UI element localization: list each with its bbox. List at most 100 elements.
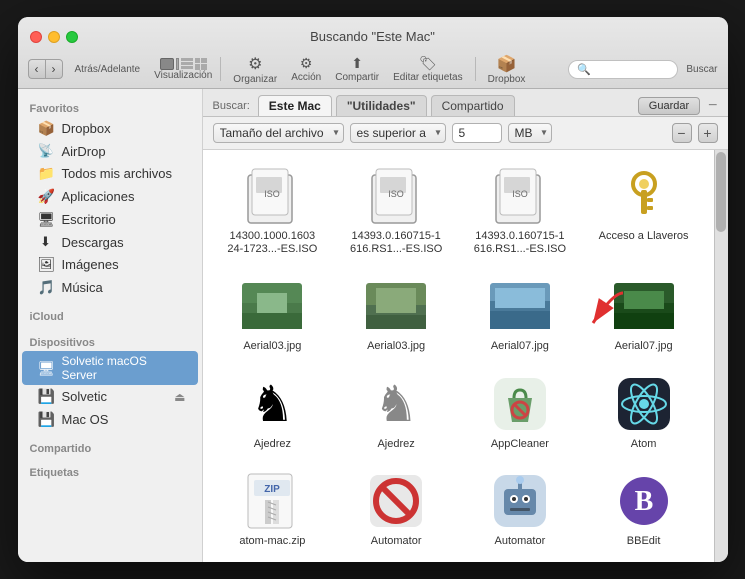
aerial03b-icon: [366, 276, 426, 336]
atom-label: Atom: [631, 438, 657, 451]
back-button[interactable]: ‹: [28, 59, 45, 79]
operator-select[interactable]: es superior a: [350, 123, 446, 143]
sidebar-item-todos[interactable]: 📁 Todos mis archivos: [22, 162, 198, 185]
aerial03b-label: Aerial03.jpg: [367, 340, 425, 353]
file-item-aerial03a[interactable]: Aerial03.jpg: [213, 270, 333, 359]
svg-text:ZIP: ZIP: [265, 484, 281, 495]
tab-bar-prefix: Buscar:: [213, 100, 250, 112]
iso2-label: 14393.0.160715-1616.RS1...-ES.ISO: [350, 230, 442, 256]
sidebar-item-musica[interactable]: 🎵 Música: [22, 276, 198, 299]
automator2-label: Automator: [495, 535, 546, 548]
filter-plus-button[interactable]: +: [698, 123, 718, 143]
disk-icon-macos: 💾: [38, 411, 54, 428]
aerial07a-icon: [490, 276, 550, 336]
bbedit-label: BBEdit: [627, 535, 661, 548]
music-icon: 🎵: [38, 279, 54, 296]
scrollbar[interactable]: [714, 150, 728, 562]
tab-este-mac[interactable]: Este Mac: [258, 95, 332, 116]
ajedrez1-label: Ajedrez: [254, 438, 291, 451]
view-button[interactable]: Visualización: [154, 58, 212, 81]
keychain-label: Acceso a Llaveros: [599, 230, 689, 243]
sidebar-section-icloud: iCloud: [18, 305, 202, 325]
sidebar-item-escritorio[interactable]: 🖥 Escritorio: [22, 208, 198, 231]
sidebar-item-solvetic[interactable]: 💾 Solvetic ⏏: [22, 385, 198, 408]
file-item-iso2[interactable]: ISO 14393.0.160715-1616.RS1...-ES.ISO: [336, 160, 456, 262]
criteria-select[interactable]: Tamaño del archivo: [213, 123, 344, 143]
filter-bar: Tamaño del archivo es superior a MB − +: [203, 117, 728, 150]
unit-select-wrapper: MB: [508, 123, 552, 143]
tab-compartido[interactable]: Compartido: [431, 95, 515, 116]
sidebar-section-etiquetas: Etiquetas: [18, 461, 202, 481]
sidebar-section-compartido: Compartido: [18, 437, 202, 457]
iso3-label: 14393.0.160715-1616.RS1...-ES.ISO: [474, 230, 566, 256]
sidebar-item-descargas[interactable]: ⬇ Descargas: [22, 231, 198, 253]
sidebar-item-macos[interactable]: 💾 Mac OS: [22, 408, 198, 431]
file-item-iso3[interactable]: ISO 14393.0.160715-1616.RS1...-ES.ISO: [460, 160, 580, 262]
toolbar-sep-2: [475, 57, 476, 81]
forward-button[interactable]: ›: [45, 59, 63, 79]
file-item-ajedrez2[interactable]: ♞ Ajedrez: [336, 368, 456, 457]
iso3-icon: ISO: [490, 166, 550, 226]
iso2-icon: ISO: [366, 166, 426, 226]
organize-button[interactable]: ⚙ Organizar: [229, 52, 281, 87]
file-item-aerial07a[interactable]: Aerial07.jpg: [460, 270, 580, 359]
action-button[interactable]: ⚙ Acción: [287, 53, 325, 85]
file-item-bbedit[interactable]: B BBEdit: [584, 465, 704, 554]
sidebar-item-aplicaciones[interactable]: 🚀 Aplicaciones: [22, 185, 198, 208]
aerial07b-label: Aerial07.jpg: [615, 340, 673, 353]
appcleaner-label: AppCleaner: [491, 438, 549, 451]
file-item-atom-zip[interactable]: ZIP atom-mac.zip: [213, 465, 333, 554]
minimize-button[interactable]: [48, 31, 60, 43]
file-item-aerial07b[interactable]: Aerial07.jpg: [584, 270, 704, 359]
sidebar-item-airdrop[interactable]: 📡 AirDrop: [22, 140, 198, 162]
file-item-automator1[interactable]: Automator: [336, 465, 456, 554]
automator1-icon: [366, 471, 426, 531]
scrollbar-thumb[interactable]: [716, 152, 726, 232]
automator1-label: Automator: [371, 535, 422, 548]
file-item-iso1[interactable]: ISO 14300.1000.160324-1723...-ES.ISO: [213, 160, 333, 262]
file-item-appcleaner[interactable]: AppCleaner: [460, 368, 580, 457]
close-button[interactable]: [30, 31, 42, 43]
sidebar-item-solvetic-server[interactable]: 🖥 Solvetic macOS Server: [22, 351, 198, 385]
remove-tab-button[interactable]: −: [708, 97, 717, 115]
main-content: Favoritos 📦 Dropbox 📡 AirDrop 📁 Todos mi…: [18, 89, 728, 562]
toolbar: ‹ › Atrás/Adelante: [18, 52, 728, 88]
keychain-icon: [614, 166, 674, 226]
filter-value-input[interactable]: [452, 123, 502, 143]
search-icon: 🔍: [577, 63, 591, 76]
dropbox-button[interactable]: 📦 Dropbox: [484, 52, 530, 87]
automator2-icon: [490, 471, 550, 531]
unit-select[interactable]: MB: [508, 123, 552, 143]
criteria-select-wrapper: Tamaño del archivo: [213, 123, 344, 143]
ajedrez2-icon: ♞: [366, 374, 426, 434]
atom-icon: [614, 374, 674, 434]
file-item-aerial03b[interactable]: Aerial03.jpg: [336, 270, 456, 359]
search-box[interactable]: 🔍: [568, 60, 678, 79]
disk-icon-solvetic: 💾: [38, 388, 54, 405]
files-grid: ISO 14300.1000.160324-1723...-ES.ISO: [203, 150, 714, 562]
airdrop-icon: 📡: [38, 143, 54, 159]
dropbox-icon: 📦: [38, 120, 54, 137]
tab-bar: Buscar: Este Mac "Utilidades" Compartido…: [203, 89, 728, 117]
downloads-icon: ⬇: [38, 234, 54, 250]
filter-minus-button[interactable]: −: [672, 123, 692, 143]
eject-icon[interactable]: ⏏: [174, 390, 185, 404]
tab-utilidades[interactable]: "Utilidades": [336, 95, 427, 116]
finder-window: Buscando "Este Mac" ‹ › Atrás/Adelante: [18, 17, 728, 562]
sidebar: Favoritos 📦 Dropbox 📡 AirDrop 📁 Todos mi…: [18, 89, 203, 562]
traffic-lights: [30, 31, 78, 43]
sidebar-item-dropbox[interactable]: 📦 Dropbox: [22, 117, 198, 140]
svg-text:B: B: [634, 486, 653, 517]
file-item-ajedrez1[interactable]: ♞ Ajedrez: [213, 368, 333, 457]
share-button[interactable]: ⬆ Compartir: [331, 53, 383, 85]
save-button[interactable]: Guardar: [638, 97, 700, 115]
sidebar-item-imagenes[interactable]: 🖼 Imágenes: [22, 253, 198, 276]
file-item-keychain[interactable]: Acceso a Llaveros: [584, 160, 704, 262]
file-item-automator2[interactable]: Automator: [460, 465, 580, 554]
apps-icon: 🚀: [38, 188, 54, 205]
sidebar-section-dispositivos: Dispositivos: [18, 331, 202, 351]
maximize-button[interactable]: [66, 31, 78, 43]
search-input[interactable]: [595, 63, 675, 75]
edit-tags-button[interactable]: 🏷 Editar etiquetas: [389, 53, 467, 85]
file-item-atom[interactable]: Atom: [584, 368, 704, 457]
